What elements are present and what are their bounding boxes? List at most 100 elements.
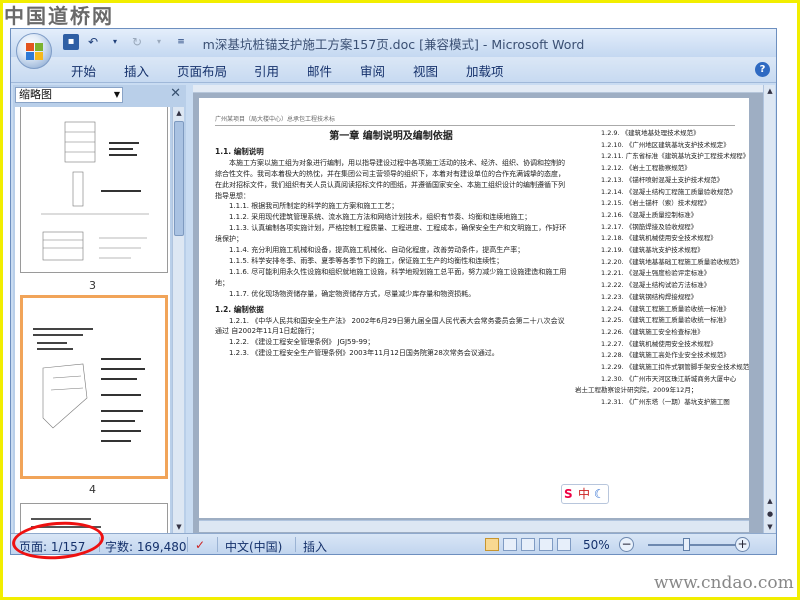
list-item: 1.1.5. 科学安排冬季、雨季、夏季等各季节下的施工，保证施工生产的均衡性和连… <box>229 256 504 265</box>
scrollbar-thumb[interactable] <box>174 121 184 236</box>
page-thumbnail-selected[interactable] <box>20 295 168 479</box>
tab-addins[interactable]: 加载项 <box>466 61 504 80</box>
section-title: 1.2. 编制依据 <box>215 304 264 314</box>
tab-review[interactable]: 审阅 <box>360 61 385 80</box>
status-divider <box>187 537 188 552</box>
tab-view[interactable]: 视图 <box>413 61 438 80</box>
word-count[interactable]: 字数: 169,480 <box>105 538 186 554</box>
help-icon[interactable]: ? <box>755 62 770 77</box>
close-icon[interactable]: ✕ <box>170 86 181 101</box>
list-item: 岩土工程勘察设计研究院，2009年12月； <box>575 386 698 395</box>
full-screen-reading-icon[interactable] <box>503 538 517 551</box>
scroll-up-icon[interactable]: ▲ <box>764 85 776 97</box>
tab-home[interactable]: 开始 <box>71 61 96 80</box>
list-item: 1.2.15. 《岩土锚杆（索）技术规程》 <box>601 199 711 208</box>
web-layout-view-icon[interactable] <box>521 538 535 551</box>
list-item: 1.2.17. 《钢筋焊接及验收规程》 <box>601 222 698 231</box>
list-item: 1.2.24. 《建筑工程施工质量验收统一标准》 <box>601 304 730 313</box>
window-title: m深基坑桩锚支护施工方案157页.doc [兼容模式] - Microsoft … <box>202 37 585 52</box>
list-item: 1.2.10. 《广州地区建筑基坑支护技术规定》 <box>601 140 730 149</box>
chapter-title: 第一章 编制说明及编制依据 <box>329 131 453 142</box>
list-item: 1.2.23. 《建筑钢结构焊接规程》 <box>601 292 698 301</box>
scroll-up-icon[interactable]: ▲ <box>173 107 185 119</box>
tab-references[interactable]: 引用 <box>254 61 279 80</box>
list-item: 1.2.13. 《锚杆喷射混凝土支护技术规范》 <box>601 175 724 184</box>
office-logo-icon <box>26 43 43 60</box>
list-item: 1.1.3. 认真编制各项实施计划，严格控制工程质量、工程进度、工程成本，确保安… <box>215 224 567 244</box>
document-vertical-scrollbar[interactable]: ▲ ▲ ● ▼ <box>763 85 775 533</box>
draft-view-icon[interactable] <box>557 538 571 551</box>
status-divider <box>295 537 296 552</box>
list-item: 1.2.25. 《建筑工程施工质量验收统一标准》 <box>601 316 730 325</box>
thumbnail-pane-header: 缩略图 ▼ ✕ <box>13 85 186 105</box>
thumbnail-pane: 缩略图 ▼ ✕ 3 4 ▲ ▼ <box>13 85 186 533</box>
list-item: 1.1.4. 充分利用施工机械和设备，提高施工机械化、自动化程度，改善劳动条件，… <box>229 246 525 255</box>
right-column: 1.2.9. 《建筑地基处理技术规范》 1.2.10. 《广州地区建筑基坑支护技… <box>575 128 749 409</box>
ime-indicator[interactable]: S 中 ☾ <box>561 484 609 504</box>
section-title: 1.1. 编制说明 <box>215 146 264 156</box>
outline-view-icon[interactable] <box>539 538 553 551</box>
list-item: 1.2.1. 《中华人民共和国安全生产法》 2002年6月29日第九届全国人民代… <box>215 316 565 336</box>
thumbnail-scrollbar[interactable]: ▲ ▼ <box>172 107 184 533</box>
zoom-in-icon[interactable]: + <box>735 537 750 552</box>
document-horizontal-scrollbar[interactable] <box>199 520 749 532</box>
print-layout-view-icon[interactable] <box>485 538 499 551</box>
zoom-out-icon[interactable]: − <box>619 537 634 552</box>
list-item: 1.2.27. 《建筑机械使用安全技术规程》 <box>601 339 717 348</box>
page-header: 广州某项目（局大楼中心）总承包工程技术标 <box>215 114 735 126</box>
word-window: ▪ ↶ ▾ ↻ ▾ ≡ m深基坑桩锚支护施工方案157页.doc [兼容模式] … <box>10 28 777 555</box>
list-item: 1.1.2. 采用现代建筑管理系统、流水施工方法和网络计划技术，组织有节奏、均衡… <box>229 213 532 222</box>
thumbnail-page-number: 3 <box>89 279 96 292</box>
status-bar: 页面: 1/157 字数: 169,480 ✓ 中文(中国) 插入 50% − … <box>11 533 776 554</box>
list-item: 1.2.16. 《混凝土质量控制标准》 <box>601 210 698 219</box>
list-item: 1.2.30. 《广州市天河区珠江新城商务大厦中心 <box>601 374 737 383</box>
spelling-check-icon[interactable]: ✓ <box>195 538 205 552</box>
next-page-icon[interactable]: ▼ <box>764 521 776 533</box>
sogou-s-icon: S <box>564 487 573 501</box>
section-paragraph: 本施工方案以施工组为对象进行编制，用以指导建设过程中各项施工活动的技术、经济、组… <box>215 158 565 200</box>
office-button[interactable] <box>16 33 52 69</box>
thumbnail-drawing <box>41 121 149 261</box>
ribbon-tabs: 开始 插入 页面布局 引用 邮件 审阅 视图 加载项 ? <box>11 57 776 83</box>
list-item: 1.2.12. 《岩土工程勘察规范》 <box>601 164 691 173</box>
list-item: 1.2.11. 广东省标准《建筑基坑支护工程技术规程》 <box>601 152 749 161</box>
scroll-down-icon[interactable]: ▼ <box>173 521 185 533</box>
list-item: 1.2.3. 《建设工程安全生产管理条例》2003年11月12日国务院第28次常… <box>229 349 499 358</box>
select-browse-object-icon[interactable]: ● <box>764 508 776 520</box>
zoom-slider-handle[interactable] <box>683 538 690 551</box>
list-item: 1.2.9. 《建筑地基处理技术规范》 <box>601 129 700 137</box>
list-item: 1.1.7. 优化现场物资储存量，确定物资储存方式，尽量减少库存量和物资损耗。 <box>229 289 476 298</box>
list-item: 1.1.6. 尽可能利用永久性设施和组织就地施工设施，科学地规划施工总平面，努力… <box>215 267 567 287</box>
list-item: 1.2.19. 《建筑基坑支护技术规程》 <box>601 246 704 255</box>
thumbnail-list: 3 4 <box>15 107 170 533</box>
tab-page-layout[interactable]: 页面布局 <box>177 61 227 80</box>
ruler <box>193 85 775 93</box>
watermark-top: 中国道桥网 <box>4 4 114 28</box>
list-item: 1.2.18. 《建筑机械使用安全技术规程》 <box>601 234 717 243</box>
list-item: 1.2.31. 《广州东塔（一期）基坑支护施工图 <box>601 398 730 407</box>
list-item: 1.2.29. 《建筑施工扣件式钢管脚手架安全技术规范》 <box>601 363 749 372</box>
zoom-level[interactable]: 50% <box>583 538 610 552</box>
zoom-slider[interactable] <box>648 544 738 546</box>
list-item: 1.1.1. 根据我司所制定的科学的施工方案和施工工艺； <box>229 202 399 211</box>
page-thumbnail[interactable] <box>20 107 168 273</box>
chevron-down-icon: ▼ <box>113 90 120 99</box>
document-area: 广州某项目（局大楼中心）总承包工程技术标 第一章 编制说明及编制依据 1.1. … <box>193 85 775 533</box>
previous-page-icon[interactable]: ▲ <box>764 495 776 507</box>
list-item: 1.2.2. 《建设工程安全管理条例》 JGJ59-99； <box>229 338 375 347</box>
tab-mailings[interactable]: 邮件 <box>307 61 332 80</box>
list-item: 1.2.20. 《建筑地基基础工程施工质量验收规范》 <box>601 257 743 266</box>
list-item: 1.2.26. 《建筑施工安全检查标准》 <box>601 327 704 336</box>
language-indicator[interactable]: 中文(中国) <box>225 538 282 554</box>
status-divider <box>217 537 218 552</box>
tab-insert[interactable]: 插入 <box>124 61 149 80</box>
thumbnail-page-number: 4 <box>89 483 96 496</box>
insert-mode-indicator[interactable]: 插入 <box>303 538 327 554</box>
nav-mode-label: 缩略图 <box>19 88 52 101</box>
list-item: 1.2.21. 《混凝土强度检验评定标准》 <box>601 269 711 278</box>
document-page[interactable]: 广州某项目（局大楼中心）总承包工程技术标 第一章 编制说明及编制依据 1.1. … <box>199 98 749 518</box>
watermark-bottom: www.cndao.com <box>654 573 794 593</box>
title-bar: ▪ ↶ ▾ ↻ ▾ ≡ m深基坑桩锚支护施工方案157页.doc [兼容模式] … <box>11 29 776 57</box>
nav-mode-select[interactable]: 缩略图 ▼ <box>15 87 123 103</box>
moon-icon: ☾ <box>594 487 605 501</box>
